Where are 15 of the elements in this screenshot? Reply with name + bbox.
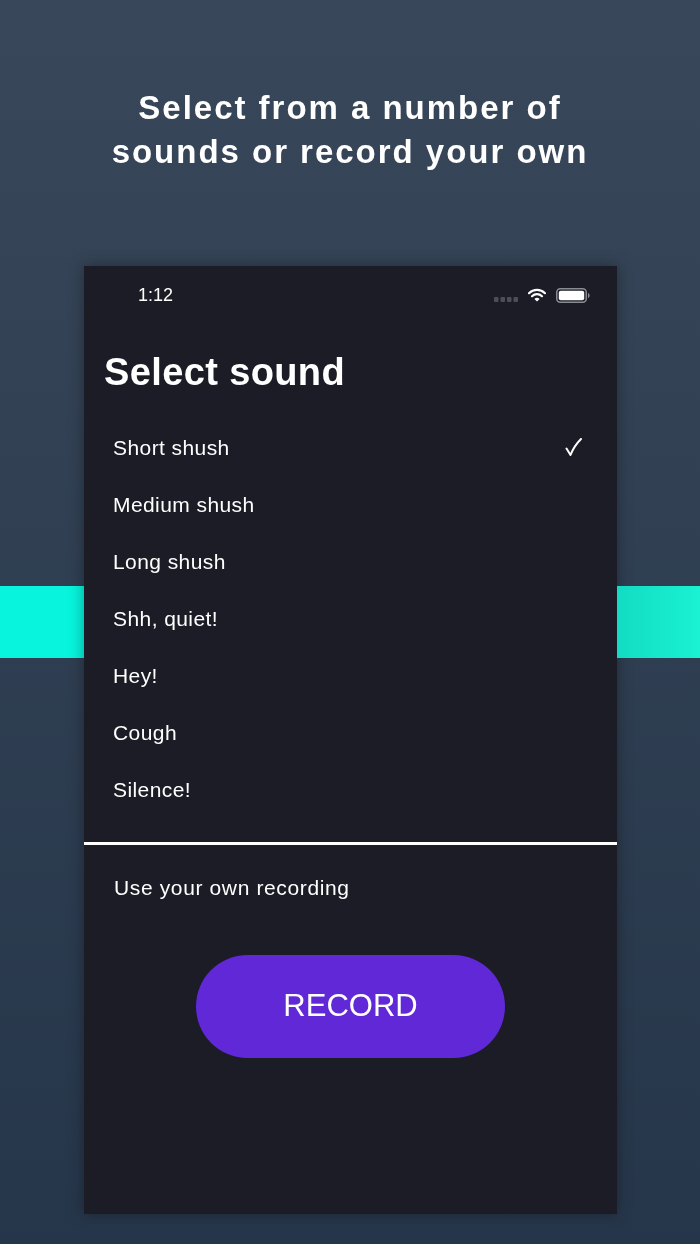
signal-icon bbox=[494, 297, 518, 302]
sound-option[interactable]: Shh, quiet! bbox=[84, 590, 617, 647]
sound-option[interactable]: Cough bbox=[84, 704, 617, 761]
wifi-icon bbox=[528, 288, 546, 302]
sound-option[interactable]: Medium shush bbox=[84, 476, 617, 533]
custom-recording-label: Use your own recording bbox=[114, 876, 350, 899]
sound-option[interactable]: Silence! bbox=[84, 761, 617, 818]
battery-icon bbox=[556, 287, 590, 303]
status-time: 1:12 bbox=[138, 283, 174, 307]
sound-option[interactable]: Hey! bbox=[84, 647, 617, 704]
screen-title: Select sound bbox=[104, 352, 346, 391]
sound-option[interactable]: Short shush bbox=[84, 419, 617, 476]
sound-option[interactable]: Long shush bbox=[84, 533, 617, 590]
headline: Select from a number of sounds or record your own bbox=[110, 88, 590, 172]
record-button[interactable]: RECORD bbox=[196, 955, 505, 1058]
